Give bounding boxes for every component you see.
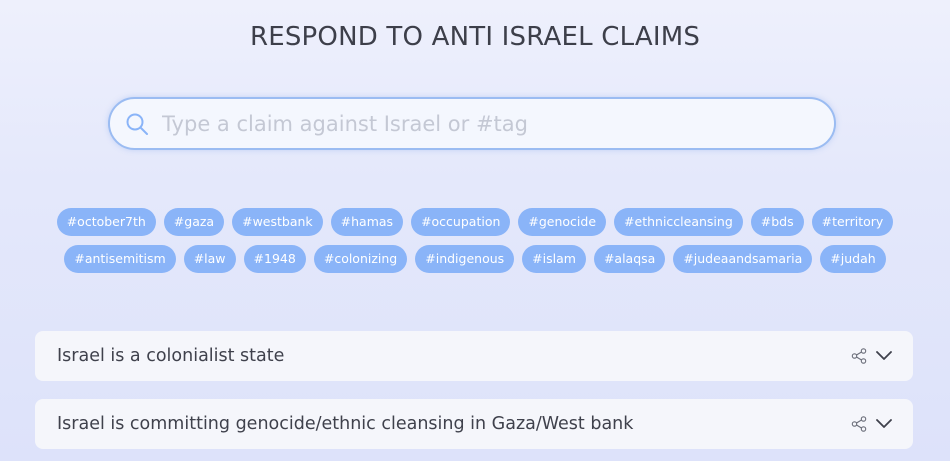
tag-westbank[interactable]: #westbank xyxy=(232,208,323,236)
tag-hamas[interactable]: #hamas xyxy=(330,208,404,236)
tag-law[interactable]: #law xyxy=(183,245,236,273)
share-icon[interactable] xyxy=(851,348,867,364)
tag-indigenous[interactable]: #indigenous xyxy=(415,245,515,273)
chevron-down-icon[interactable] xyxy=(875,415,893,433)
search-box[interactable] xyxy=(108,97,836,150)
tag-antisemitism[interactable]: #antisemitism xyxy=(64,245,176,273)
tag-cloud: #october7th #gaza #westbank #hamas #occu… xyxy=(30,208,920,273)
claim-text: Israel is a colonialist state xyxy=(57,346,285,366)
tag-1948[interactable]: #1948 xyxy=(243,245,306,273)
share-icon[interactable] xyxy=(851,416,867,432)
tag-ethniccleansing[interactable]: #ethniccleansing xyxy=(614,208,743,236)
tag-bds[interactable]: #bds xyxy=(750,208,804,236)
tag-occupation[interactable]: #occupation xyxy=(411,208,511,236)
chevron-down-icon[interactable] xyxy=(875,347,893,365)
search-icon xyxy=(126,113,148,135)
tag-genocide[interactable]: #genocide xyxy=(518,208,607,236)
tag-judah[interactable]: #judah xyxy=(820,245,886,273)
page-title: RESPOND TO ANTI ISRAEL CLAIMS xyxy=(249,22,701,52)
tag-judeaandsamaria[interactable]: #judeaandsamaria xyxy=(673,245,813,273)
tag-alaqsa[interactable]: #alaqsa xyxy=(593,245,666,273)
tag-territory[interactable]: #territory xyxy=(811,208,894,236)
tag-colonizing[interactable]: #colonizing xyxy=(313,245,408,273)
claim-card[interactable]: Israel is a colonialist state xyxy=(35,331,913,381)
search-input[interactable] xyxy=(162,99,812,148)
tag-gaza[interactable]: #gaza xyxy=(163,208,225,236)
tag-islam[interactable]: #islam xyxy=(522,245,586,273)
claim-text: Israel is committing genocide/ethnic cle… xyxy=(57,414,634,434)
tag-october7th[interactable]: #october7th xyxy=(56,208,156,236)
claim-card[interactable]: Israel is committing genocide/ethnic cle… xyxy=(35,399,913,449)
